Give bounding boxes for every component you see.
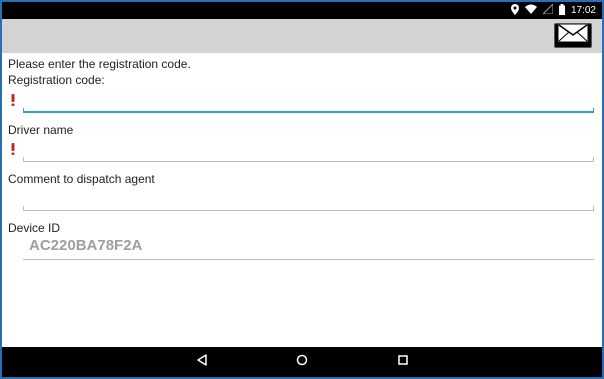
envelope-icon xyxy=(558,24,588,47)
status-bar: 17:02 xyxy=(2,2,602,19)
battery-icon xyxy=(558,3,565,18)
registration-code-row xyxy=(8,91,594,113)
underline-tick-right xyxy=(593,157,594,162)
comment-label: Comment to dispatch agent xyxy=(8,172,155,186)
location-icon xyxy=(510,3,519,18)
home-icon xyxy=(296,353,308,371)
navigation-bar xyxy=(2,347,602,377)
back-icon xyxy=(196,353,208,371)
status-time: 17:02 xyxy=(570,5,596,16)
driver-name-input[interactable] xyxy=(23,140,592,160)
device-id-label: Device ID xyxy=(8,221,61,235)
underline-tick-left xyxy=(23,108,24,113)
registration-code-label: Registration code: xyxy=(8,73,105,87)
underline-tick-right xyxy=(593,108,594,113)
app-window: 17:02 Please enter the registration code… xyxy=(0,0,604,379)
registration-code-underline xyxy=(23,111,594,113)
registration-form: Please enter the registration code. Regi… xyxy=(2,53,602,347)
driver-name-underline xyxy=(23,161,594,162)
underline-tick-right xyxy=(593,206,594,211)
recents-icon xyxy=(397,353,409,371)
driver-name-row xyxy=(8,140,594,162)
comment-input[interactable] xyxy=(23,189,592,209)
required-icon xyxy=(10,142,16,155)
device-id-underline xyxy=(23,259,594,260)
registration-code-input[interactable] xyxy=(23,91,592,111)
action-bar xyxy=(2,19,602,53)
instruction-text: Please enter the registration code. xyxy=(8,57,191,71)
device-id-value: AC220BA78F2A xyxy=(29,237,143,254)
wifi-icon xyxy=(524,4,537,17)
status-icons: 17:02 xyxy=(510,2,596,18)
home-button[interactable] xyxy=(294,354,310,370)
required-icon xyxy=(10,93,16,106)
comment-row xyxy=(8,189,594,211)
driver-name-label: Driver name xyxy=(8,123,74,137)
comment-underline xyxy=(23,210,594,211)
underline-tick-left xyxy=(23,206,24,211)
send-message-button[interactable] xyxy=(554,23,592,48)
back-button[interactable] xyxy=(194,354,210,370)
recents-button[interactable] xyxy=(395,354,411,370)
underline-tick-left xyxy=(23,157,24,162)
signal-icon xyxy=(541,2,554,17)
